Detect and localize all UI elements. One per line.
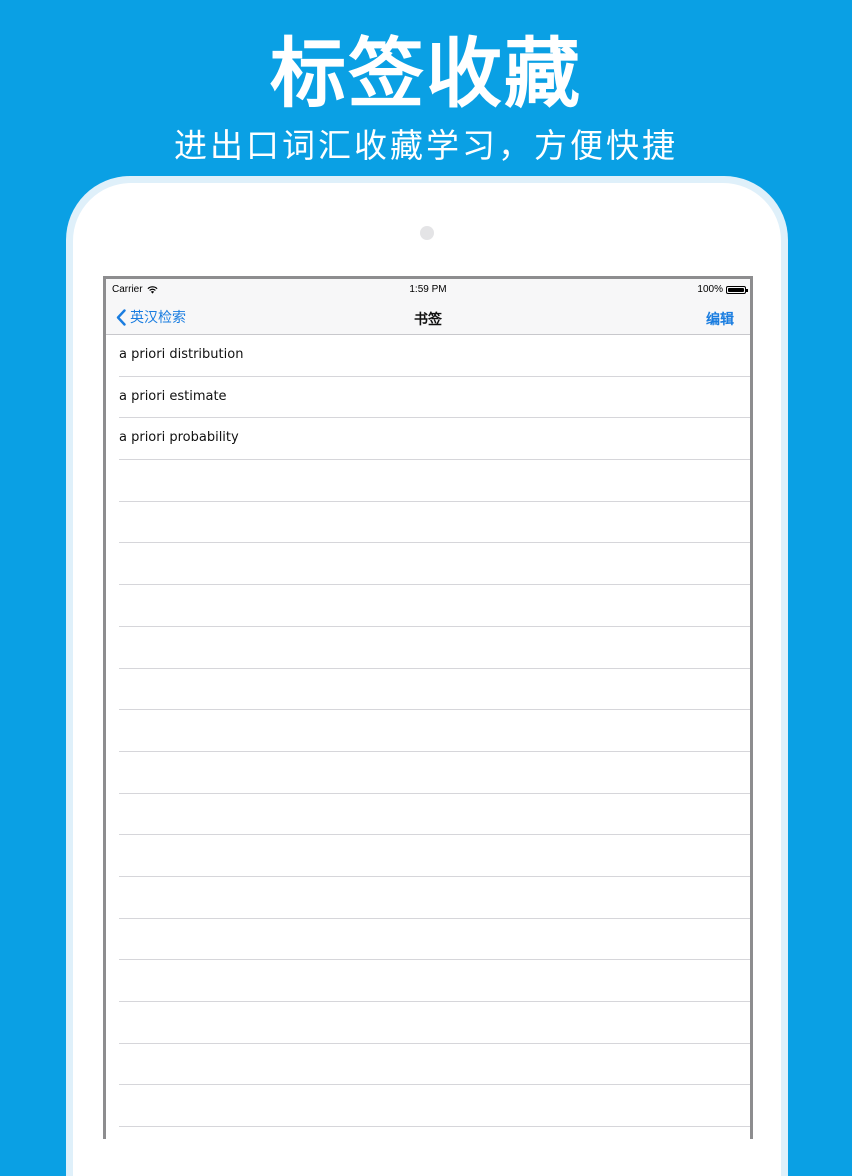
empty-row: [106, 752, 750, 794]
empty-row: [106, 1002, 750, 1044]
bookmark-row[interactable]: a priori distribution: [106, 335, 750, 377]
empty-row: [106, 543, 750, 585]
empty-row: [106, 710, 750, 752]
promo-subline: 进出口词汇收藏学习，方便快捷: [174, 126, 678, 165]
status-time: 1:59 PM: [409, 284, 447, 295]
page-title: 书签: [414, 312, 442, 328]
empty-row: [106, 919, 750, 961]
bookmark-row[interactable]: a priori probability: [106, 418, 750, 460]
bookmark-row[interactable]: a priori estimate: [106, 377, 750, 419]
bookmark-label: a priori distribution: [119, 347, 244, 362]
app-screen: Carrier 1:59 PM 100% 英汉检索 书签 编辑 a priori…: [103, 276, 753, 1139]
battery-icon: [726, 285, 748, 294]
empty-row: [106, 627, 750, 669]
empty-row: [106, 669, 750, 711]
empty-row: [106, 502, 750, 544]
empty-row: [106, 1127, 750, 1139]
empty-row: [106, 835, 750, 877]
bookmark-label: a priori probability: [119, 430, 239, 446]
status-bar: Carrier 1:59 PM 100%: [106, 279, 750, 301]
camera-icon: [420, 226, 434, 240]
empty-row: [106, 877, 750, 919]
empty-row: [106, 960, 750, 1002]
battery-indicator: 100%: [697, 284, 748, 295]
battery-percent: 100%: [697, 284, 723, 295]
bookmark-label: a priori estimate: [119, 388, 227, 404]
bookmark-list: a priori distribution a priori estimate a …: [106, 335, 750, 1139]
empty-row: [106, 460, 750, 502]
promo-headline: 标签收藏: [270, 29, 582, 118]
empty-row: [106, 1085, 750, 1127]
empty-row: [106, 585, 750, 627]
navigation-bar: 英汉检索 书签 编辑: [106, 301, 750, 335]
empty-row: [106, 794, 750, 836]
empty-row: [106, 1044, 750, 1086]
edit-button[interactable]: 编辑: [706, 309, 734, 329]
